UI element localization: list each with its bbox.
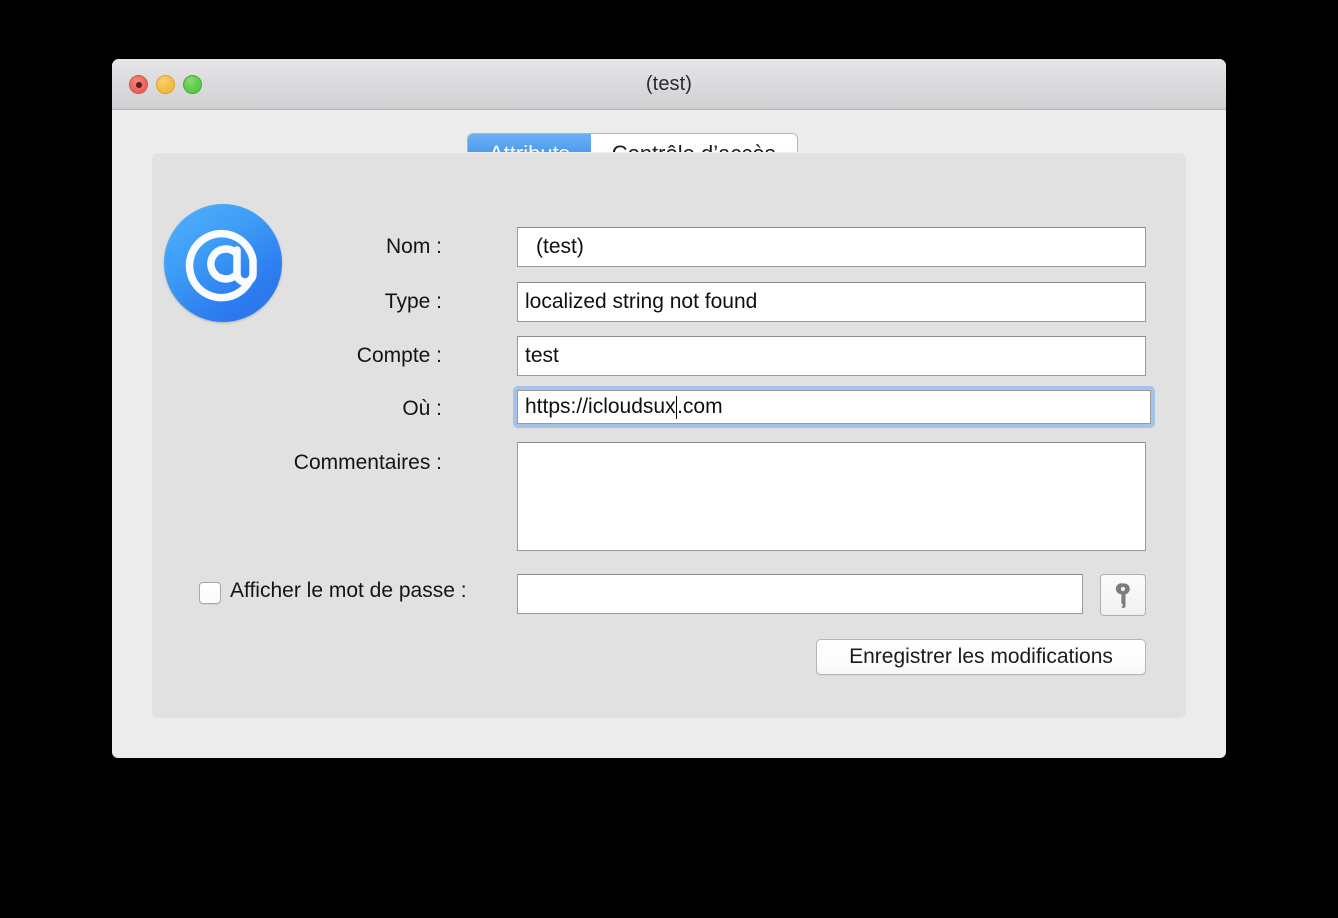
window-titlebar: (test) (112, 59, 1226, 110)
field-ou-focus-ring: https://icloudsux .com (513, 386, 1155, 428)
keychain-item-window: (test) Attributs Contrôle d’accès Nom : … (112, 59, 1226, 758)
label-afficher-mot-de-passe: Afficher le mot de passe : (230, 579, 467, 602)
field-type[interactable]: localized string not found (517, 282, 1146, 322)
field-ou-text-after-caret: .com (677, 395, 723, 418)
field-ou[interactable]: https://icloudsux .com (517, 390, 1151, 424)
label-nom: Nom : (385, 235, 442, 258)
label-ou: Où : (402, 397, 442, 420)
key-icon[interactable] (1100, 574, 1146, 616)
at-sign-icon (164, 204, 282, 322)
window-title: (test) (645, 73, 693, 95)
label-commentaires: Commentaires : (293, 451, 442, 474)
field-commentaires[interactable] (517, 442, 1146, 551)
field-nom[interactable]: (test) (517, 227, 1146, 267)
save-changes-button[interactable]: Enregistrer les modifications (816, 639, 1146, 675)
label-type: Type : (384, 290, 442, 313)
checkbox-afficher-mot-de-passe[interactable] (199, 582, 221, 604)
field-compte[interactable]: test (517, 336, 1146, 376)
field-mot-de-passe[interactable] (517, 574, 1083, 614)
label-compte: Compte : (356, 344, 442, 367)
field-ou-text-before-caret: https://icloudsux (525, 395, 676, 418)
